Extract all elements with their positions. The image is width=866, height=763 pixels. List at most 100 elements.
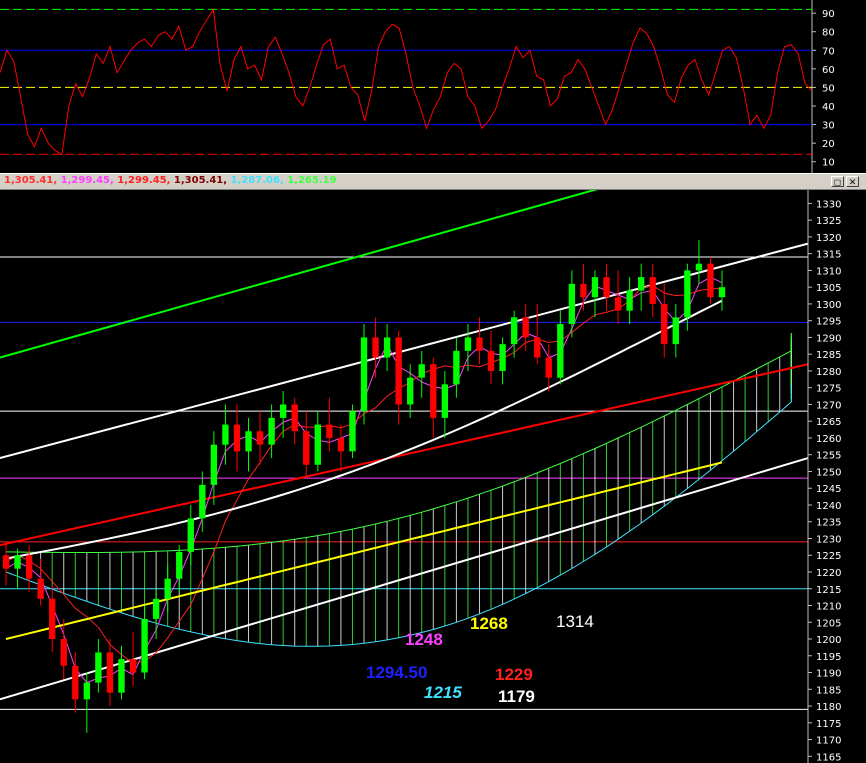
candle-body [2, 555, 10, 569]
candle-body [268, 417, 275, 445]
candle-body [418, 364, 425, 378]
candle-body [718, 287, 726, 298]
high-value: 1,299.45, [60, 175, 114, 186]
annotation-1268: 1268 [470, 614, 508, 633]
y-tick-label: 70 [822, 46, 835, 57]
y-tick-label: 1165 [816, 752, 841, 763]
candle-body [568, 283, 576, 325]
candle-body [222, 424, 229, 445]
candle-body [603, 277, 610, 298]
indicator-value-cyan: 1,287.06, [230, 175, 284, 186]
candle-body [106, 652, 114, 693]
ohlc-readout: 1,305.41, 1,299.45, 1,299.45, 1,305.41, … [4, 175, 337, 186]
candle-body [176, 551, 183, 579]
candle-body [326, 424, 333, 438]
y-tick-label: 90 [822, 9, 835, 20]
y-tick-label: 1255 [816, 451, 841, 462]
open-value: 1,305.41, [4, 175, 58, 186]
candle-body [522, 317, 529, 338]
y-tick-label: 1185 [816, 685, 841, 696]
candle-body [83, 682, 91, 700]
annotation-1294-50: 1294.50 [366, 663, 428, 682]
candle-body [614, 297, 622, 311]
candle-body [464, 337, 472, 351]
y-tick-label: 50 [822, 83, 835, 94]
annotation-1215: 1215 [424, 683, 462, 702]
candle-body [499, 344, 506, 371]
candle-body [141, 618, 148, 673]
rsi-line [0, 7, 813, 156]
y-tick-label: 1190 [816, 669, 841, 680]
candle-body [580, 283, 587, 298]
y-tick-label: 20 [822, 139, 835, 150]
y-tick-label: 1170 [816, 736, 841, 747]
annotation-1179: 1179 [498, 687, 535, 706]
candle-body [25, 555, 33, 579]
annotation-1248: 1248 [405, 630, 443, 649]
y-tick-label: 1310 [816, 266, 841, 277]
candle-body [407, 377, 414, 405]
candle-body [383, 337, 391, 358]
y-tick-label: 1290 [816, 333, 841, 344]
candle-body [210, 444, 218, 485]
low-value: 1,299.45, [117, 175, 171, 186]
close-window-icon[interactable]: ✕ [846, 176, 859, 187]
y-tick-label: 1240 [816, 501, 841, 512]
rsi-oscillator-panel: 10 20 30 40 50 60 70 80 90 [0, 0, 835, 173]
candle-body [152, 598, 160, 619]
candle-body [279, 404, 287, 418]
y-tick-label: 80 [822, 28, 835, 39]
candle-body [476, 337, 483, 351]
candle-body [303, 431, 310, 465]
close-value: 1,305.41, [173, 175, 228, 186]
candle-body [510, 317, 518, 345]
y-tick-label: 1325 [816, 216, 841, 227]
y-tick-label: 1275 [816, 384, 841, 395]
y-tick-label: 30 [822, 121, 835, 132]
annotation-1314: 1314 [556, 612, 594, 631]
price-chart-panel: 1165 1170 1175 1180 1185 1190 1195 1200 1205 1210… [0, 190, 866, 763]
candle-body [441, 384, 449, 418]
candle-body [233, 424, 241, 452]
candle-body [349, 411, 356, 452]
y-tick-label: 1210 [816, 602, 841, 613]
main-chart-title-bar: 1,305.41, 1,299.45, 1,299.45, 1,305.41, … [0, 173, 866, 190]
y-tick-label: 1315 [816, 250, 841, 261]
candle-body [95, 652, 102, 683]
candle-body [49, 598, 56, 640]
candle-body [626, 290, 633, 311]
y-tick-label: 1265 [816, 417, 841, 428]
restore-window-icon[interactable]: ◻ [831, 176, 844, 187]
y-tick-label: 1300 [816, 300, 841, 311]
y-tick-label: 1305 [816, 283, 841, 294]
y-tick-label: 1230 [816, 534, 841, 545]
y-tick-label: 40 [822, 102, 835, 113]
candle-body [534, 337, 541, 358]
y-tick-label: 1280 [816, 367, 841, 378]
channel-mid-line [0, 363, 809, 547]
candle-body [372, 337, 379, 358]
y-tick-label: 1205 [816, 618, 841, 629]
candle-body [707, 263, 714, 298]
candle-body [314, 424, 321, 465]
candle-body [337, 437, 345, 452]
indicator-value-green: 1,265.19 [287, 175, 337, 186]
candle-body [72, 665, 79, 700]
candle-body [557, 324, 564, 378]
y-tick-label: 1180 [816, 702, 841, 713]
y-tick-label: 1245 [816, 484, 841, 495]
candle-body [187, 518, 194, 552]
y-tick-label: 1195 [816, 652, 841, 663]
candle-body [291, 404, 298, 432]
candle-body [164, 578, 171, 599]
candle-body [129, 659, 137, 673]
y-tick-label: 1320 [816, 233, 841, 244]
candle-body [14, 555, 21, 569]
y-tick-label: 1225 [816, 551, 841, 562]
candle-body [430, 364, 437, 418]
candle-body [591, 277, 599, 298]
candle-body [199, 484, 206, 519]
candle-body [118, 659, 125, 693]
y-tick-label: 1175 [816, 719, 841, 730]
candle-body [545, 357, 552, 378]
